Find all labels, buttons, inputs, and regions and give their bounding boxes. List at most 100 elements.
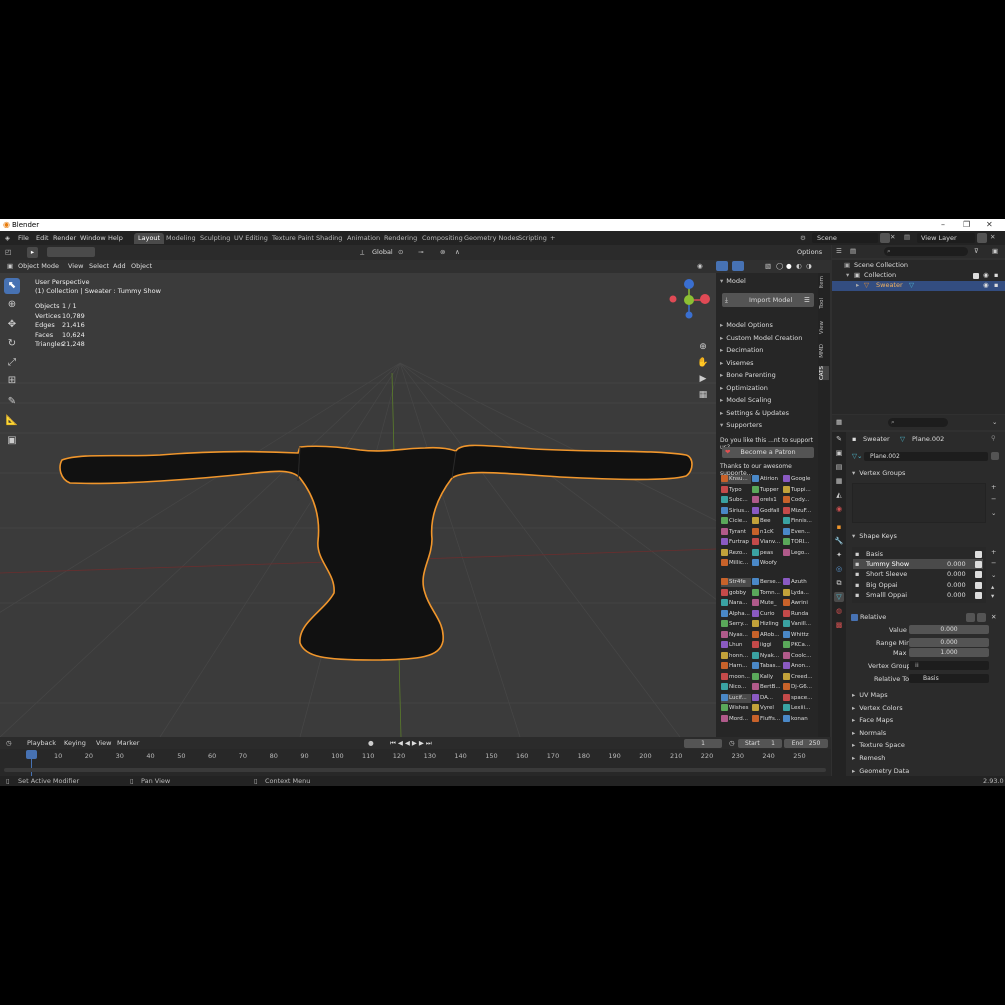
wireframe-shading-icon[interactable]: ◯ <box>776 262 783 270</box>
selection-mode-buttons[interactable] <box>47 247 95 257</box>
menu-icon[interactable]: ☰ <box>804 293 810 307</box>
move-shape-key-down-icon[interactable]: ▾ <box>991 592 994 600</box>
move-tool-icon[interactable]: ✥ <box>4 317 20 333</box>
supporter-a-item[interactable]: Even... <box>783 527 813 537</box>
shape-key-basis[interactable]: ▪ Basis <box>853 549 983 559</box>
add-shape-key-button[interactable]: + <box>991 548 996 556</box>
display-mode-icon[interactable]: ▤ <box>850 247 856 255</box>
tool-props-icon[interactable]: ✎ <box>834 434 844 444</box>
face-maps-header[interactable]: ▸ Face Maps <box>852 716 893 724</box>
measure-tool-icon[interactable]: 📐 <box>4 413 20 429</box>
minimize-button[interactable]: – <box>941 220 945 229</box>
supporter-b-item[interactable]: Vyrel <box>752 704 782 713</box>
menu-file[interactable]: File <box>18 234 29 242</box>
outliner-scene-collection[interactable]: ▣ Scene Collection <box>832 261 1005 271</box>
supporter-b-item[interactable]: Alpha... <box>721 609 751 619</box>
proportional-editing-icon[interactable]: ⊚ <box>440 248 445 256</box>
supporter-a-item[interactable]: Subc... <box>721 496 751 505</box>
object-menu[interactable]: Object <box>131 262 152 270</box>
menu-window[interactable]: Window <box>80 234 106 242</box>
expand-icon[interactable]: ▸ <box>856 281 859 289</box>
section-supporters[interactable]: ▾ Supporters <box>720 421 762 429</box>
shape-key-tummy-show[interactable]: ▪ Tummy Show 0.000 <box>853 559 983 569</box>
become-patron-button[interactable]: ❤ Become a Patron <box>722 447 814 458</box>
mesh-data-field[interactable]: Plane.002 <box>864 452 988 461</box>
shape-keys-header[interactable]: ▾ Shape Keys <box>852 532 897 540</box>
supporter-a-item[interactable]: Knsu... <box>721 475 751 484</box>
scene-delete-icon[interactable]: ✕ <box>890 233 895 241</box>
remove-shape-key-button[interactable]: − <box>991 559 996 567</box>
vertex-groups-header[interactable]: ▾ Vertex Groups <box>852 469 905 477</box>
keying-menu[interactable]: Keying <box>64 739 86 747</box>
supporter-b-item[interactable]: Anon... <box>783 662 813 671</box>
pan-hand-icon[interactable]: ✋ <box>696 356 710 370</box>
supporter-a-item[interactable]: TORI... <box>783 538 813 547</box>
supporter-b-item[interactable]: Str4fe <box>721 578 751 587</box>
supporter-b-item[interactable]: Tomn... <box>752 588 782 598</box>
constraints-props-icon[interactable]: ⧉ <box>834 578 844 588</box>
properties-options-icon[interactable]: ⌄ <box>992 418 997 426</box>
camera-icon[interactable]: ▪ <box>994 271 998 279</box>
shape-key-big-oppai[interactable]: ▪ Big Oppai 0.000 <box>853 580 983 590</box>
tab-shading[interactable]: Shading <box>312 233 346 244</box>
options-menu[interactable]: Options <box>797 248 822 256</box>
supporter-a-item[interactable]: Woofy <box>752 559 782 568</box>
supporter-a-item[interactable]: Typo <box>721 485 751 495</box>
properties-search-input[interactable]: ⌕ <box>888 418 948 427</box>
supporter-a-item[interactable]: Godfall <box>752 506 782 516</box>
supporter-a-item[interactable]: Tyrant <box>721 527 751 537</box>
shape-key-mute-checkbox[interactable] <box>975 561 982 568</box>
add-vertex-group-button[interactable]: + <box>991 483 996 491</box>
playhead[interactable] <box>26 750 37 759</box>
filter-icon[interactable]: ⊽ <box>974 247 979 255</box>
outliner-collection[interactable]: ▾ ▣ Collection ◉ ▪ <box>832 271 1005 281</box>
visibility-icon[interactable]: ◉ <box>697 262 703 270</box>
supporter-b-item[interactable]: gobby <box>721 588 751 598</box>
add-menu[interactable]: Add <box>113 262 126 270</box>
rendered-shading-icon[interactable]: ◑ <box>806 262 812 270</box>
section-model-scaling[interactable]: ▸ Model Scaling <box>720 396 771 404</box>
supporter-b-item[interactable]: space... <box>783 693 813 703</box>
supporter-a-item[interactable]: Bee <box>752 517 782 526</box>
supporter-b-item[interactable]: Fluffs... <box>752 714 782 724</box>
supporter-a-item[interactable]: Tupper <box>752 485 782 495</box>
tab-animation[interactable]: Animation <box>343 233 384 244</box>
supporter-b-item[interactable]: honn... <box>721 651 751 661</box>
overlay-toggle-icon[interactable] <box>732 261 744 271</box>
section-optimization[interactable]: ▸ Optimization <box>720 384 768 392</box>
select-tool-icon[interactable]: ▸ <box>27 247 38 258</box>
navigation-gizmo[interactable] <box>664 275 714 325</box>
supporter-a-item[interactable]: orels1 <box>752 496 782 505</box>
select-menu[interactable]: Select <box>89 262 109 270</box>
record-icon[interactable]: ● <box>368 739 374 747</box>
blender-menu-icon[interactable]: ◈ <box>5 234 10 242</box>
timeline[interactable]: 1102030405060708090100110120130140150160… <box>0 749 831 776</box>
supporter-b-item[interactable]: konan <box>783 714 813 724</box>
menu-edit[interactable]: Edit <box>36 234 49 242</box>
supporter-b-item[interactable]: Lucif... <box>721 693 751 703</box>
supporter-b-item[interactable]: Azuth <box>783 578 813 587</box>
supporter-b-item[interactable]: Coolc... <box>783 651 813 661</box>
shape-key-mute-checkbox[interactable] <box>975 592 982 599</box>
sidetab-mmd[interactable]: MMD <box>819 344 829 358</box>
section-model-options[interactable]: ▸ Model Options <box>720 321 773 329</box>
supporter-a-item[interactable]: Sirius... <box>721 506 751 516</box>
supporter-a-item[interactable]: MizuF... <box>783 506 813 516</box>
range-min-field[interactable]: 0.000 <box>909 638 989 647</box>
supporter-b-item[interactable]: iiggi <box>752 641 782 650</box>
material-shading-icon[interactable]: ◐ <box>796 262 802 270</box>
outliner-search-input[interactable]: ⌕ <box>884 247 968 256</box>
uv-maps-header[interactable]: ▸ UV Maps <box>852 691 888 699</box>
supporter-b-item[interactable]: Mord... <box>721 714 751 724</box>
scene-new-button[interactable] <box>880 233 890 243</box>
solid-shading-icon[interactable]: ● <box>786 262 792 270</box>
fake-user-button[interactable] <box>991 452 999 460</box>
vertex-group-menu-icon[interactable]: ⌄ <box>991 509 996 517</box>
supporter-b-item[interactable]: Creed... <box>783 672 813 682</box>
scene-props-icon[interactable]: ◭ <box>834 490 844 500</box>
supporter-b-item[interactable]: ARob... <box>752 630 782 640</box>
add-cube-tool-icon[interactable]: ▣ <box>4 433 20 449</box>
exclude-checkbox[interactable] <box>973 273 979 279</box>
supporter-a-item[interactable]: n1cK <box>752 527 782 537</box>
supporter-a-item[interactable]: Atirion <box>752 475 782 484</box>
